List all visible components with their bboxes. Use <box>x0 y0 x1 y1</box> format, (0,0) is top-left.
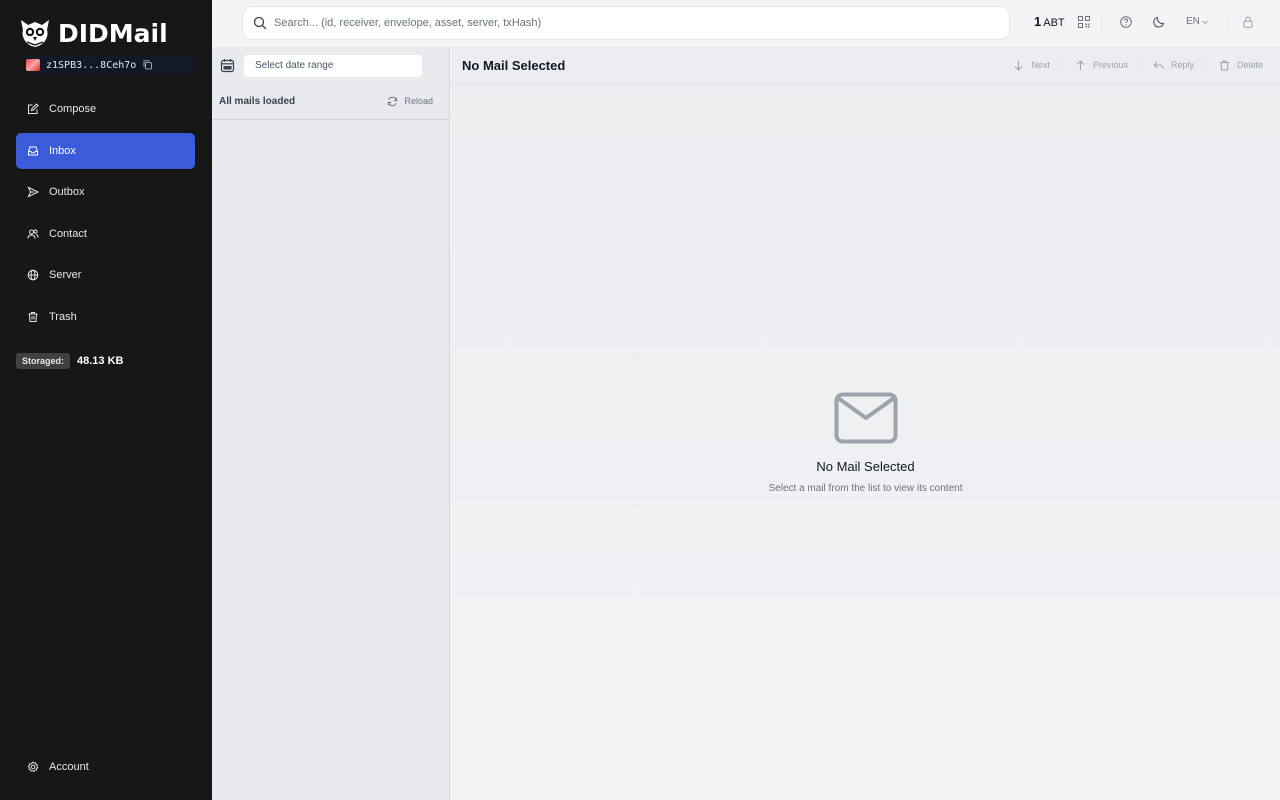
list-status-bar: All mails loaded Reload <box>212 83 449 120</box>
inbox-icon <box>28 146 38 156</box>
copy-icon[interactable] <box>142 59 154 71</box>
help-icon[interactable] <box>1119 15 1133 29</box>
search-icon <box>253 16 267 30</box>
load-status: All mails loaded <box>219 95 296 107</box>
sidebar: DIDMail z1SPB3...8Ceh7o Compose Inbox Ou… <box>0 0 212 800</box>
empty-state-subtitle: Select a mail from the list to view its … <box>768 483 963 494</box>
next-label: Next <box>1031 60 1050 70</box>
previous-label: Previous <box>1092 60 1128 70</box>
reply-icon <box>1153 61 1164 69</box>
brand-name: DIDMail <box>58 18 168 48</box>
did-address: z1SPB3...8Ceh7o <box>26 56 194 74</box>
language-label: EN <box>1186 16 1200 27</box>
gear-icon <box>27 761 39 773</box>
send-icon <box>27 186 39 198</box>
mail-detail-panel: No Mail Selected Next Previous Reply Del… <box>451 47 1280 800</box>
detail-header: No Mail Selected Next Previous Reply Del… <box>451 47 1280 83</box>
users-icon <box>27 229 39 239</box>
arrow-down-icon <box>1015 60 1023 71</box>
sidebar-item-label: Server <box>49 269 82 281</box>
reload-label: Reload <box>404 96 433 106</box>
sidebar-item-label: Outbox <box>49 186 85 198</box>
did-text: z1SPB3...8Ceh7o <box>46 59 137 71</box>
sidebar-item-label: Compose <box>49 103 97 115</box>
storage-badge: Storaged: <box>16 353 71 369</box>
sidebar-item-account[interactable]: Account <box>16 749 195 785</box>
delete-button[interactable]: Delete <box>1207 55 1280 75</box>
date-filter-row: Select date range <box>212 47 449 83</box>
sidebar-item-label: Account <box>49 761 89 773</box>
lock-icon[interactable] <box>1241 15 1255 29</box>
pencil-square-icon <box>28 103 39 114</box>
empty-state: No Mail Selected Select a mail from the … <box>451 392 1280 494</box>
empty-state-title: No Mail Selected <box>816 459 915 474</box>
arrow-up-icon <box>1076 59 1085 70</box>
reply-button[interactable]: Reply <box>1141 55 1207 75</box>
page-title: No Mail Selected <box>462 57 566 73</box>
sidebar-item-contact[interactable]: Contact <box>16 216 195 252</box>
reload-button[interactable]: Reload <box>387 96 433 107</box>
divider <box>1101 13 1102 33</box>
date-range-input[interactable]: Select date range <box>244 54 422 77</box>
next-button[interactable]: Next <box>1001 55 1063 75</box>
reply-label: Reply <box>1170 60 1194 70</box>
mail-actions: Next Previous Reply Delete <box>1001 48 1280 82</box>
envelope-icon <box>834 392 897 444</box>
chevron-down-icon <box>1202 20 1208 24</box>
sidebar-item-label: Contact <box>49 228 87 240</box>
trash-icon <box>28 312 38 322</box>
sidebar-item-trash[interactable]: Trash <box>16 299 195 335</box>
balance: 1 ABT <box>1034 14 1065 29</box>
search-input[interactable] <box>274 17 994 29</box>
owl-logo-icon <box>21 20 49 47</box>
divider <box>1227 13 1228 33</box>
delete-label: Delete <box>1236 60 1263 70</box>
refresh-icon <box>388 96 398 106</box>
sidebar-item-label: Trash <box>49 311 77 323</box>
calendar-icon[interactable] <box>220 58 235 73</box>
sidebar-item-server[interactable]: Server <box>16 257 195 293</box>
balance-amount: 1 <box>1034 14 1042 29</box>
globe-icon <box>27 269 39 281</box>
balance-unit: ABT <box>1043 17 1065 29</box>
sidebar-item-label: Inbox <box>49 145 76 157</box>
mail-list-panel: Select date range All mails loaded Reloa… <box>212 47 450 800</box>
trash-icon <box>1219 60 1229 70</box>
qr-code-icon[interactable] <box>1077 15 1091 29</box>
sidebar-item-inbox[interactable]: Inbox <box>16 133 195 169</box>
search-bar[interactable] <box>243 7 1009 39</box>
moon-icon[interactable] <box>1152 15 1166 29</box>
storage-indicator: Storaged: 48.13 KB <box>16 353 124 369</box>
sidebar-item-compose[interactable]: Compose <box>16 91 195 127</box>
language-selector[interactable]: EN <box>1186 16 1209 27</box>
did-avatar <box>26 59 40 71</box>
storage-value: 48.13 KB <box>77 355 124 367</box>
top-bar: 1ABT EN <box>212 0 1280 47</box>
brand-logo[interactable]: DIDMail <box>18 16 168 50</box>
sidebar-item-outbox[interactable]: Outbox <box>16 174 195 210</box>
previous-button[interactable]: Previous <box>1063 55 1141 75</box>
